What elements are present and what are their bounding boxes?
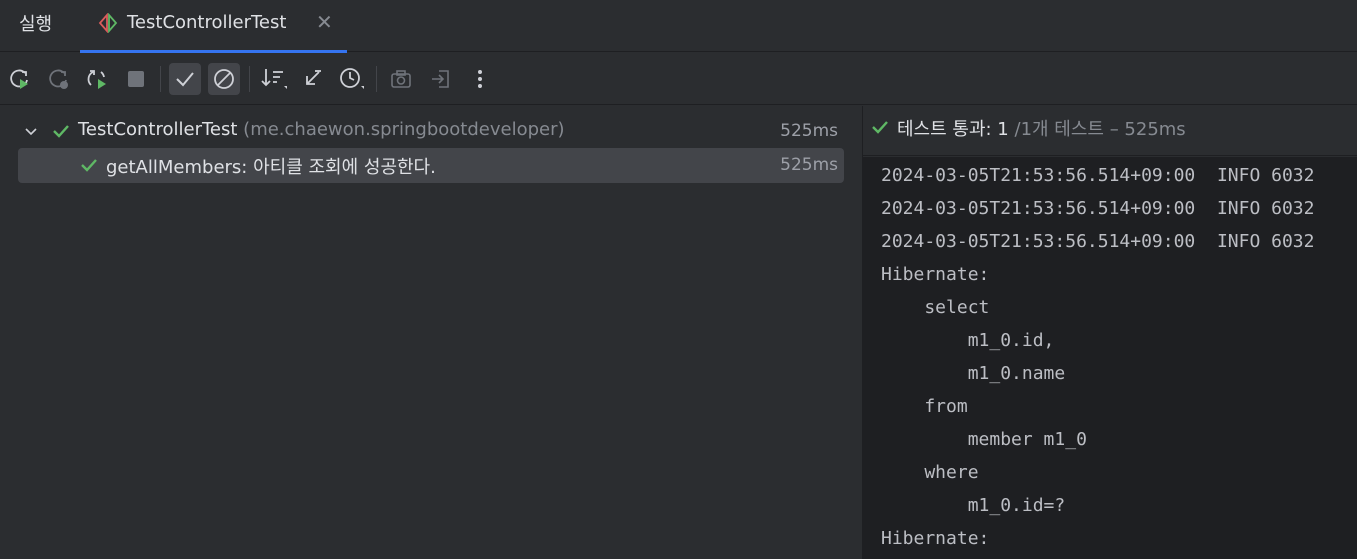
test-duration: 525ms bbox=[780, 121, 838, 141]
chevron-down-icon[interactable] bbox=[24, 124, 38, 143]
console-line: m1_0.id=? bbox=[881, 495, 1066, 516]
test-results-tree: TestControllerTest (me.chaewon.springboo… bbox=[0, 106, 862, 559]
console-line: from bbox=[881, 396, 968, 417]
history-icon[interactable] bbox=[336, 63, 368, 95]
console-line: 2024-03-05T21:53:56.514+09:00 INFO 6032 bbox=[881, 198, 1315, 219]
rerun-failed-icon[interactable] bbox=[43, 63, 75, 95]
console-line: 2024-03-05T21:53:56.514+09:00 INFO 6032 bbox=[881, 165, 1315, 186]
toolbar-separator bbox=[160, 66, 161, 92]
test-class-name: TestControllerTest (me.chaewon.springboo… bbox=[78, 119, 565, 140]
test-passed-icon bbox=[52, 122, 70, 144]
test-passed-icon bbox=[871, 118, 889, 140]
show-ignored-icon[interactable] bbox=[208, 63, 240, 95]
collapse-icon[interactable] bbox=[297, 63, 329, 95]
test-class-label: TestControllerTest bbox=[78, 119, 238, 140]
tab-run[interactable]: 실행 bbox=[19, 10, 52, 36]
console-line: 2024-03-05T21:53:56.514+09:00 INFO 6032 bbox=[881, 231, 1315, 252]
junit-config-icon bbox=[97, 12, 119, 34]
more-icon[interactable] bbox=[464, 63, 496, 95]
tests-total-and-time: /1개 테스트 – 525ms bbox=[1014, 119, 1186, 140]
tree-row-test-method[interactable]: getAllMembers: 아티클 조회에 성공한다. 525ms bbox=[18, 148, 844, 183]
test-duration: 525ms bbox=[780, 155, 838, 175]
tool-window-tab-bar: 실행 TestControllerTest ✕ bbox=[0, 0, 1357, 53]
toggle-auto-test-icon[interactable] bbox=[82, 63, 114, 95]
console-line: Hibernate: bbox=[881, 264, 990, 285]
sort-icon[interactable] bbox=[258, 63, 290, 95]
test-class-package: (me.chaewon.springbootdeveloper) bbox=[243, 119, 565, 140]
console-line: Hibernate: bbox=[881, 528, 990, 549]
tree-row-test-class[interactable]: TestControllerTest (me.chaewon.springboo… bbox=[18, 114, 844, 149]
console-line: m1_0.name bbox=[881, 363, 1066, 384]
tab-test-controller-test[interactable]: TestControllerTest ✕ bbox=[80, 0, 347, 53]
test-method-name: getAllMembers: 아티클 조회에 성공한다. bbox=[106, 157, 436, 178]
console-line: m1_0.id, bbox=[881, 330, 1055, 351]
rerun-icon[interactable] bbox=[4, 63, 36, 95]
tests-passed-count: 테스트 통과: 1 bbox=[897, 119, 1009, 140]
test-passed-icon bbox=[80, 156, 98, 178]
toolbar-separator bbox=[249, 66, 250, 92]
console-output[interactable]: 2024-03-05T21:53:56.514+09:00 INFO 6032 … bbox=[863, 157, 1357, 559]
test-runner-toolbar bbox=[0, 53, 1357, 105]
show-passed-icon[interactable] bbox=[169, 63, 201, 95]
console-line: where bbox=[881, 462, 979, 483]
tab-close-icon[interactable]: ✕ bbox=[316, 10, 333, 34]
test-summary-text: 테스트 통과: 1 /1개 테스트 – 525ms bbox=[897, 115, 1186, 141]
toolbar-separator bbox=[376, 66, 377, 92]
test-summary-bar: 테스트 통과: 1 /1개 테스트 – 525ms bbox=[863, 106, 1357, 156]
console-line: select bbox=[881, 297, 990, 318]
console-line: member m1_0 bbox=[881, 429, 1087, 450]
screenshot-icon[interactable] bbox=[385, 63, 417, 95]
tab-title: TestControllerTest bbox=[127, 12, 287, 33]
stop-icon[interactable] bbox=[120, 63, 152, 95]
import-icon[interactable] bbox=[425, 63, 457, 95]
